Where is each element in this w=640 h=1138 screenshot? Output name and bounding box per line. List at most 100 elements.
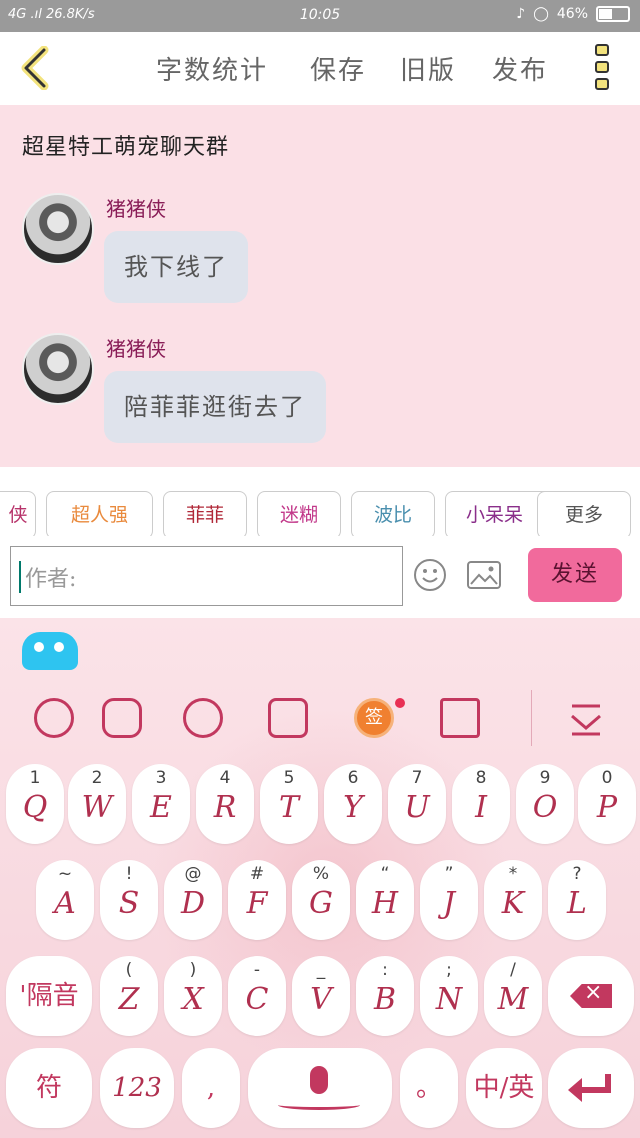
composer: 作者: 发送 (0, 536, 640, 618)
number-key[interactable]: 123 (100, 1048, 174, 1128)
back-arrow-icon[interactable] (18, 46, 52, 90)
avatar[interactable] (22, 333, 94, 405)
separator-key[interactable]: '隔音 (6, 956, 92, 1036)
send-button[interactable]: 发送 (528, 548, 622, 602)
author-chip[interactable]: 菲菲 (163, 491, 247, 539)
key-n[interactable]: ; N (420, 956, 478, 1036)
keyboard-mascot-icon[interactable] (22, 632, 78, 670)
save-button[interactable]: 保存 (310, 50, 366, 87)
emoji-icon[interactable] (413, 558, 447, 592)
key-number: ” (444, 864, 454, 884)
enter-key[interactable] (548, 1048, 634, 1128)
key-t[interactable]: 5T (260, 764, 318, 844)
key-number: 5 (283, 768, 295, 788)
hide-keyboard-icon[interactable] (566, 698, 606, 738)
fancy-text-icon[interactable] (268, 698, 308, 738)
old-version-button[interactable]: 旧版 (400, 50, 456, 87)
emoticon-icon[interactable] (183, 698, 223, 738)
image-icon[interactable] (467, 561, 501, 589)
key-letter: S (118, 886, 140, 921)
message-bubble[interactable]: 陪菲菲逛街去了 (104, 371, 326, 443)
key-number: ) (189, 960, 197, 980)
symbol-key[interactable]: 符 (6, 1048, 92, 1128)
folder-add-icon[interactable] (440, 698, 480, 738)
key-p[interactable]: 0P (578, 764, 636, 844)
key-l[interactable]: ? L (548, 860, 606, 940)
key-number: 1 (29, 768, 41, 788)
key-g[interactable]: % G (292, 860, 350, 940)
group-title[interactable]: 超星特工萌宠聊天群 (22, 129, 229, 161)
period-key[interactable]: 。 (400, 1048, 458, 1128)
more-menu-icon[interactable] (595, 44, 613, 94)
key-number: ! (125, 864, 133, 884)
publish-button[interactable]: 发布 (492, 50, 548, 87)
key-a[interactable]: ~ A (36, 860, 94, 940)
key-e[interactable]: 3E (132, 764, 190, 844)
key-number: @ (184, 864, 202, 884)
swirl-decoration (278, 1100, 360, 1110)
key-z[interactable]: (Z (100, 956, 158, 1036)
sign-icon[interactable]: 签 (354, 698, 394, 738)
key-label: '隔音 (19, 981, 79, 1011)
word-count-button[interactable]: 字数统计 (156, 50, 268, 87)
key-letter: O (532, 790, 558, 825)
key-v[interactable]: _ V (292, 956, 350, 1036)
key-i[interactable]: 8I (452, 764, 510, 844)
key-j[interactable]: ” J (420, 860, 478, 940)
skin-icon[interactable] (34, 698, 74, 738)
language-toggle-key[interactable]: 中/英 (466, 1048, 542, 1128)
key-number: ; (446, 960, 452, 980)
key-letter: D (180, 886, 206, 921)
status-icons: ♪ ◯ 46% (516, 6, 630, 22)
key-h[interactable]: “H (356, 860, 414, 940)
author-chip[interactable]: 波比 (351, 491, 435, 539)
author-chip[interactable]: 侠 (0, 491, 36, 539)
key-letter: K (501, 886, 525, 921)
keyboard-layout-icon[interactable] (102, 698, 142, 738)
author-chip[interactable]: 超人强 (46, 491, 153, 539)
key-o[interactable]: 9O (516, 764, 574, 844)
key-f[interactable]: # F (228, 860, 286, 940)
key-b[interactable]: :B (356, 956, 414, 1036)
voice-space-key[interactable] (248, 1048, 392, 1128)
key-k[interactable]: * K (484, 860, 542, 940)
key-r[interactable]: 4R (196, 764, 254, 844)
key-number: _ (316, 960, 326, 980)
key-letter: Y (343, 790, 363, 825)
key-number: 6 (347, 768, 359, 788)
avatar[interactable] (22, 193, 94, 265)
key-letter: V (310, 982, 332, 1017)
key-number: ( (125, 960, 133, 980)
key-x[interactable]: ) X (164, 956, 222, 1036)
author-input[interactable]: 作者: (10, 546, 403, 606)
key-s[interactable]: ! S (100, 860, 158, 940)
key-d[interactable]: @ D (164, 860, 222, 940)
key-letter: M (497, 982, 529, 1017)
backspace-key[interactable] (548, 956, 634, 1036)
key-letter: A (54, 886, 76, 921)
comma-key[interactable]: , (182, 1048, 240, 1128)
key-m[interactable]: / M (484, 956, 542, 1036)
key-letter: F (246, 886, 268, 921)
key-number: 7 (411, 768, 423, 788)
message-bubble[interactable]: 我下线了 (104, 231, 248, 303)
key-label: 。 (415, 1073, 442, 1103)
key-c[interactable]: -C (228, 956, 286, 1036)
mute-icon: ♪ (516, 6, 526, 22)
sender-name: 猪猪侠 (106, 337, 166, 361)
key-number: % (312, 864, 330, 884)
key-label: 中/英 (473, 1073, 535, 1103)
author-placeholder: 作者: (25, 567, 77, 592)
more-authors-button[interactable]: 更多 (537, 491, 631, 539)
key-letter: N (435, 982, 463, 1017)
key-letter: E (150, 790, 172, 825)
alarm-icon: ◯ (533, 6, 549, 22)
key-q[interactable]: 1Q (6, 764, 64, 844)
key-number: 0 (601, 768, 613, 788)
author-chip[interactable]: 迷糊 (257, 491, 341, 539)
key-y[interactable]: 6Y (324, 764, 382, 844)
key-number: 4 (219, 768, 231, 788)
key-w[interactable]: 2W (68, 764, 126, 844)
key-u[interactable]: 7U (388, 764, 446, 844)
key-number: “ (380, 864, 390, 884)
